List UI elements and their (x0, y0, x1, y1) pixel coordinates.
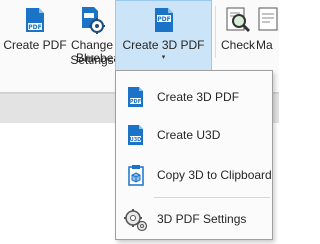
menu-item-label: Create 3D PDF (157, 90, 240, 104)
create-3d-dropdown-menu: PDF Create 3D PDF U3D Create U3D Copy 3D… (115, 70, 273, 240)
create-pdf-label: Create PDF (3, 38, 67, 52)
u3d-file-icon: U3D (116, 124, 156, 146)
svg-text:PDF: PDF (28, 24, 41, 31)
ribbon-separator (215, 6, 216, 58)
create-3d-pdf-label: Create 3D PDF (122, 38, 205, 52)
menu-item-create-3d-pdf[interactable]: PDF Create 3D PDF (116, 80, 272, 114)
markup-button[interactable]: Ma (256, 0, 279, 62)
create-3d-pdf-button[interactable]: PDF Create 3D PDF ▾ (115, 0, 212, 70)
ribbon-group-label: Bluebea (76, 51, 121, 65)
menu-separator (154, 197, 270, 198)
app-window: PDF Create PDF Change Settings Bluebea P… (0, 0, 279, 244)
pdf-file-icon: PDF (24, 6, 46, 34)
create-pdf-button[interactable]: PDF Create PDF (3, 0, 67, 62)
svg-text:U3D: U3D (130, 137, 142, 143)
markup-label: Ma (256, 38, 273, 52)
check-label: Check (220, 38, 255, 52)
chevron-down-icon: ▾ (161, 54, 166, 61)
menu-item-create-u3d[interactable]: U3D Create U3D (116, 118, 272, 152)
markup-icon (256, 6, 279, 34)
menu-item-label: Create U3D (157, 128, 221, 142)
menu-item-label: 3D PDF Settings (157, 212, 247, 226)
pdf-file-icon: PDF (116, 86, 156, 108)
magnifier-check-icon (224, 6, 252, 34)
menu-item-label: Copy 3D to Clipboard (157, 168, 272, 182)
check-button[interactable]: Check (218, 0, 258, 62)
menu-item-3d-pdf-settings[interactable]: 3D PDF Settings (116, 202, 272, 236)
clipboard-icon (116, 164, 156, 186)
pdf-file-icon: PDF (153, 6, 175, 34)
gears-settings-icon (116, 206, 156, 232)
menu-item-copy-3d-clipboard[interactable]: Copy 3D to Clipboard (116, 158, 272, 192)
svg-text:PDF: PDF (130, 99, 141, 105)
svg-text:PDF: PDF (157, 16, 170, 23)
pdf-gear-icon (78, 6, 106, 34)
